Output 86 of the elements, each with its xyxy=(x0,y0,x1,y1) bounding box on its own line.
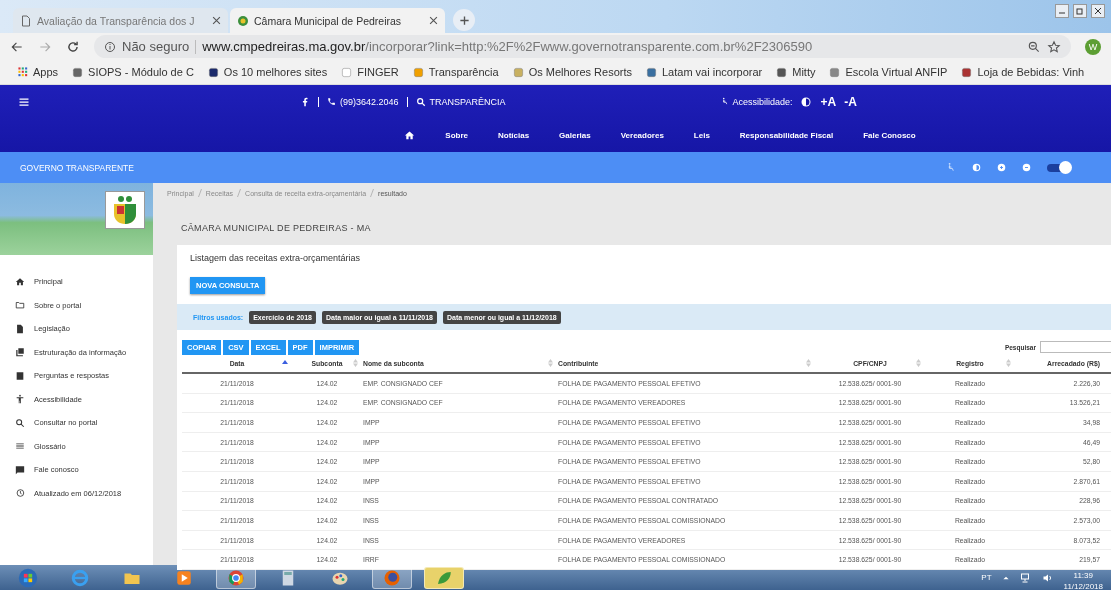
accessibility-icon xyxy=(720,97,730,106)
windows-logo-icon xyxy=(18,567,38,588)
bookmark[interactable]: FINGER xyxy=(341,66,399,78)
browser-tab[interactable]: Câmara Municipal de Pedreiras xyxy=(230,8,445,33)
search-icon xyxy=(415,96,426,107)
slash-icon xyxy=(237,189,242,197)
bookmark-favicon-icon xyxy=(207,66,219,78)
card-subtitle: Listagem das receitas extra-orçamentárias xyxy=(189,253,362,263)
slash-icon xyxy=(197,189,202,197)
nav-link[interactable]: Notícias xyxy=(498,130,530,140)
phone-number[interactable]: (99)3642.2046 xyxy=(340,96,399,107)
slash-icon xyxy=(370,189,375,197)
close-icon xyxy=(429,16,438,25)
font-size-control[interactable]: -A xyxy=(844,94,857,109)
bookmark[interactable]: Os 10 melhores sites xyxy=(207,66,328,78)
browser-e-icon xyxy=(71,568,89,587)
chat-icon xyxy=(15,464,25,475)
bookmark-favicon-icon xyxy=(829,66,841,78)
bookmark-favicon-icon xyxy=(412,66,424,78)
folder-icon xyxy=(15,300,25,311)
accessibility-icon xyxy=(15,394,25,405)
info-icon xyxy=(104,40,116,53)
address-bar[interactable]: Não seguro www.cmpedreiras.ma.gov.br/incorporar?link=http:%2F%2Fwww.governotransparente.com.br%2F2306590 xyxy=(94,35,1071,58)
bookmark-favicon-icon xyxy=(961,66,973,78)
taskbar-app[interactable] xyxy=(372,566,412,589)
bookmark[interactable]: Transparência xyxy=(412,66,499,78)
restore-icon xyxy=(1073,4,1087,18)
zoom-out-icon xyxy=(1022,163,1031,172)
bookmark-favicon-icon xyxy=(72,66,84,78)
home-icon xyxy=(404,129,416,141)
portal-title: GOVERNO TRANSPARENTE xyxy=(20,162,134,173)
clock[interactable]: 11:39 11/12/2018 xyxy=(1063,563,1103,590)
transparency-link[interactable]: TRANSPARÊNCIA xyxy=(415,96,506,107)
search-icon xyxy=(15,417,25,428)
nav-link[interactable]: Galerias xyxy=(559,130,591,140)
reload-icon xyxy=(66,39,80,54)
nav-link[interactable]: Leis xyxy=(693,130,710,140)
accessibility-label: Acessibilidade: xyxy=(732,96,793,107)
home-icon xyxy=(15,276,25,287)
bookmark-favicon-icon xyxy=(776,66,788,78)
new-tab-button[interactable] xyxy=(453,9,475,31)
apps-grid-icon xyxy=(18,67,28,77)
chrome-icon xyxy=(227,568,245,587)
page-icon xyxy=(20,14,32,27)
nav-link[interactable]: Responsabilidade Fiscal xyxy=(739,130,834,140)
history-icon xyxy=(15,488,25,499)
contrast-icon xyxy=(800,95,813,108)
plus-icon xyxy=(458,14,470,26)
bookmark-favicon-icon xyxy=(341,66,353,78)
bookmark[interactable]: Mitty xyxy=(776,66,816,78)
nav-link[interactable]: Vereadores xyxy=(620,130,664,140)
bookmark[interactable]: Apps xyxy=(18,66,59,78)
firefox-icon xyxy=(383,568,401,587)
bookmark-favicon-icon xyxy=(512,66,524,78)
page-title: CÂMARA MUNICIPAL DE PEDREIRAS - MA xyxy=(180,222,372,235)
close-icon xyxy=(1091,4,1105,18)
contrast-toggle[interactable] xyxy=(1047,163,1071,172)
library-icon xyxy=(15,347,25,358)
document-icon xyxy=(15,323,25,334)
close-icon xyxy=(212,16,221,25)
nav-link[interactable]: Fale Conosco xyxy=(863,130,916,140)
bookmark[interactable]: Latam vai incorporar xyxy=(645,66,763,78)
zoom-icon xyxy=(1027,39,1041,54)
language-indicator[interactable]: PT xyxy=(981,573,992,582)
minimize-icon xyxy=(1055,4,1069,18)
phone-icon xyxy=(327,97,336,106)
nav-link[interactable]: Sobre xyxy=(445,130,468,140)
network-icon xyxy=(1019,571,1032,584)
sort-ascending-icon[interactable] xyxy=(282,359,288,365)
contrast-icon xyxy=(972,163,981,172)
crest-icon xyxy=(237,14,249,27)
bookmark[interactable]: Os Melhores Resorts xyxy=(512,66,632,78)
taskbar-app[interactable] xyxy=(216,566,256,589)
search-field[interactable] xyxy=(1040,341,1111,353)
crest-icon xyxy=(105,191,145,229)
menu-icon xyxy=(18,95,30,108)
facebook-icon xyxy=(300,96,310,107)
browser-tab[interactable]: Avaliação da Transparência dos J xyxy=(13,8,228,33)
font-size-control[interactable]: +A xyxy=(820,94,837,109)
zoom-in-icon xyxy=(997,163,1006,172)
bookmark[interactable]: SIOPS - Módulo de C xyxy=(72,66,194,78)
bookmark[interactable]: Loja de Bebidas: Vinh xyxy=(961,66,1085,78)
star-icon xyxy=(1047,39,1061,54)
bookmark-favicon-icon xyxy=(645,66,657,78)
bookmark[interactable]: Escola Virtual ANFIP xyxy=(829,66,948,78)
taskbar-app[interactable] xyxy=(424,566,464,589)
